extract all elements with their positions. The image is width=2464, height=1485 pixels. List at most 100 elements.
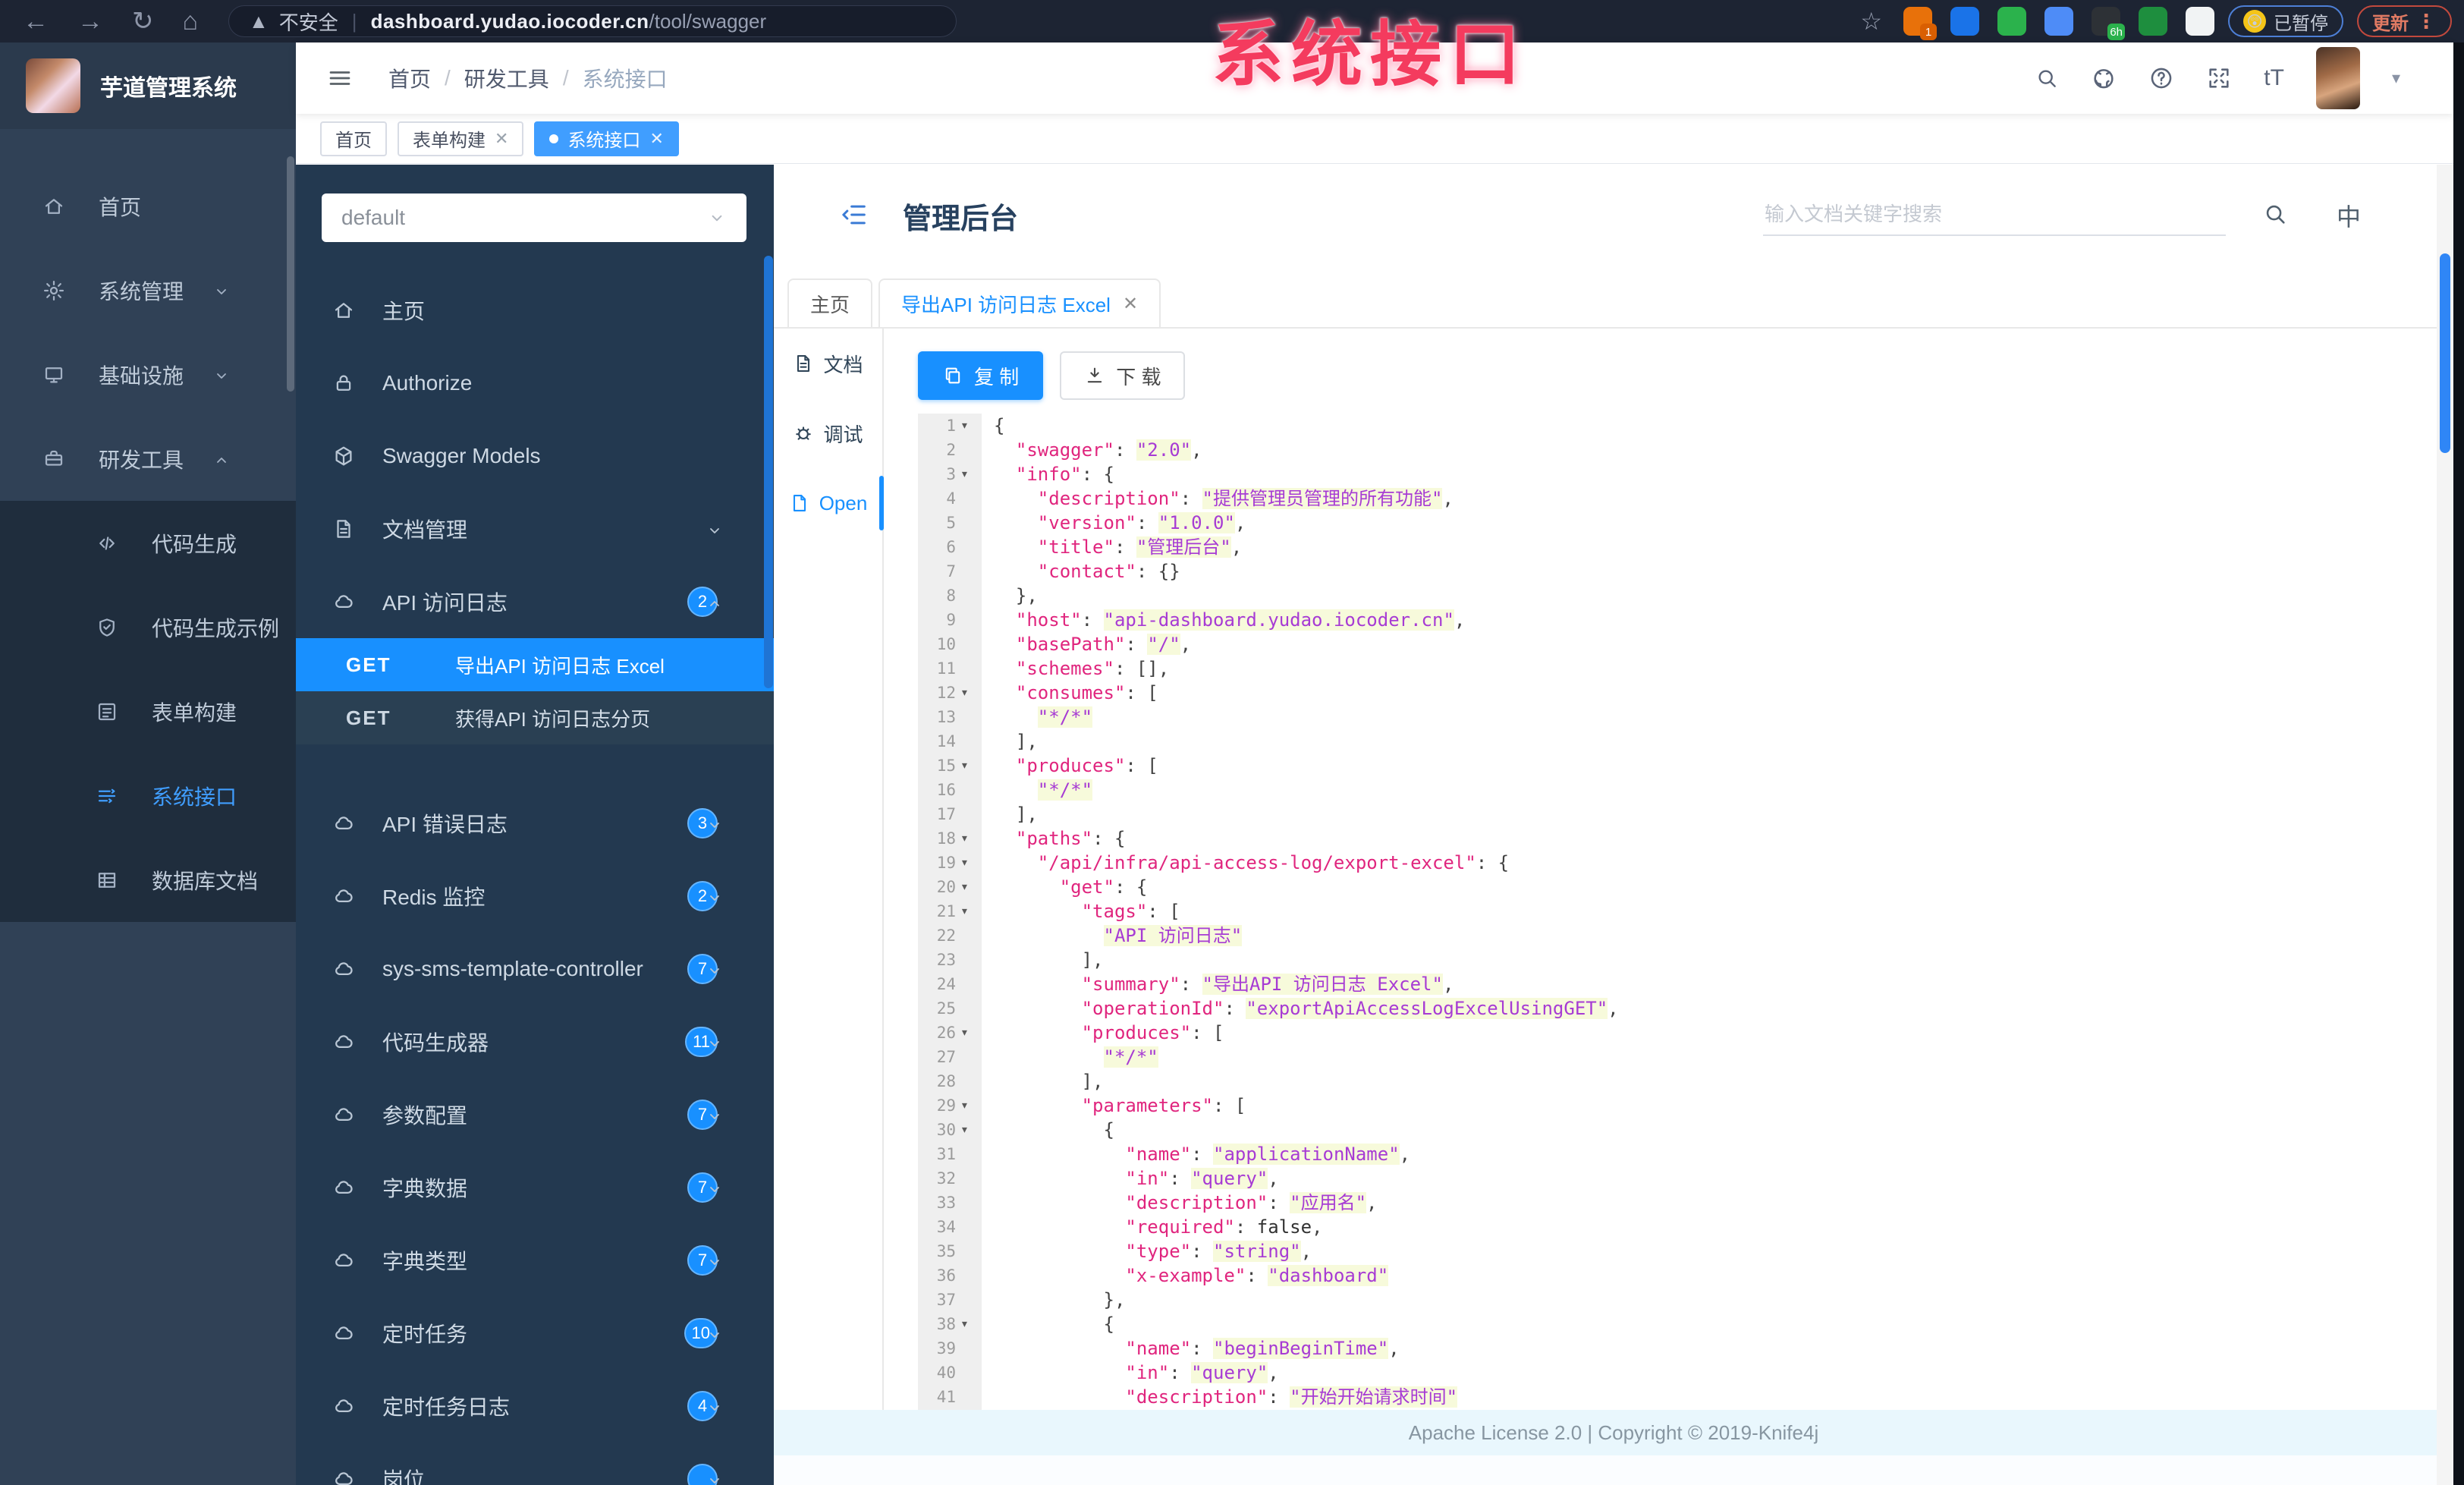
update-browser-pill[interactable]: 更新 ⋮ <box>2357 5 2452 37</box>
code-editor[interactable]: 1 ▾{2 "swagger": "2.0", 3 ▾ "info": {4 "des… <box>918 414 2434 1410</box>
swagger-item-Authorize[interactable]: Authorize <box>296 347 774 420</box>
app-logo-row[interactable]: 芋道管理系统 <box>0 42 296 129</box>
tag-tab-表单构建[interactable]: 表单构建 ✕ <box>398 121 524 156</box>
sidebar-item-系统管理[interactable]: 系统管理 <box>0 248 296 332</box>
fold-caret-icon[interactable]: ▾ <box>960 414 980 438</box>
avatar-caret-icon[interactable]: ▾ <box>2392 68 2400 88</box>
fold-caret-icon[interactable]: ▾ <box>960 462 980 486</box>
swagger-item-API 访问日志[interactable]: API 访问日志 2 <box>296 565 774 638</box>
browser-menu-icon[interactable]: ⋮ <box>2416 10 2437 33</box>
swagger-group-label: 定时任务日志 <box>382 1395 511 1419</box>
sidebar-item-首页[interactable]: 首页 <box>0 164 296 248</box>
fold-caret-icon[interactable]: ▾ <box>960 1312 980 1336</box>
page-scrollbar-track[interactable] <box>2437 165 2453 1485</box>
line-number: 6 <box>946 538 956 556</box>
swagger-group-定时任务[interactable]: 定时任务 10 <box>296 1297 774 1370</box>
swagger-sidebar-scrollbar[interactable] <box>764 256 773 688</box>
app-sidebar-scrollbar[interactable] <box>287 156 294 392</box>
paused-extension-pill[interactable]: 😲 已暂停 <box>2228 5 2343 37</box>
fullscreen-icon[interactable] <box>2206 65 2232 91</box>
line-number: 28 <box>936 1072 956 1090</box>
code-line: 15 ▾ "produces": [ <box>918 754 2434 778</box>
reload-icon[interactable]: ↻ <box>132 6 154 36</box>
fold-caret-icon[interactable]: ▾ <box>960 681 980 705</box>
group-select[interactable]: default <box>322 193 746 242</box>
url-bar[interactable]: ▲ 不安全 | dashboard.yudao.iocoder.cn /tool… <box>228 5 957 37</box>
fold-caret-icon[interactable]: ▾ <box>960 1021 980 1045</box>
breadcrumb-tools[interactable]: 研发工具 <box>464 63 549 93</box>
sidebar-item-研发工具[interactable]: 研发工具 <box>0 417 296 501</box>
sidebar-item-系统接口[interactable]: 系统接口 <box>0 754 296 838</box>
close-icon[interactable]: ✕ <box>495 129 508 149</box>
swagger-group-岗位[interactable]: 岗位 <box>296 1443 774 1485</box>
doc-tab-导出API 访问日志 Excel[interactable]: 导出API 访问日志 Excel ✕ <box>878 278 1161 327</box>
download-button[interactable]: 下 载 <box>1060 351 1186 400</box>
ext-shield-icon[interactable] <box>1997 7 2026 36</box>
fold-caret-icon[interactable]: ▾ <box>960 899 980 923</box>
help-icon[interactable] <box>2148 65 2174 91</box>
code-line: 5 "version": "1.0.0", <box>918 511 2434 535</box>
ext-leaf-icon[interactable] <box>2139 7 2167 36</box>
doc-tab-主页[interactable]: 主页 <box>787 278 873 327</box>
ext-grid-icon[interactable] <box>2044 7 2073 36</box>
swagger-group-Redis 监控[interactable]: Redis 监控 2 <box>296 860 774 933</box>
swagger-group-API 错误日志[interactable]: API 错误日志 3 <box>296 787 774 860</box>
github-icon[interactable] <box>2091 65 2117 91</box>
browser-home-icon[interactable]: ⌂ <box>183 7 199 36</box>
doc-search-input[interactable] <box>1763 193 2226 236</box>
doc-side-调试[interactable]: 调试 <box>774 398 882 468</box>
security-label[interactable]: 不安全 <box>279 8 338 36</box>
hamburger-icon[interactable] <box>326 64 354 92</box>
operation-获得API 访问日志分页[interactable]: GET 获得API 访问日志分页 <box>296 691 774 744</box>
swagger-item-Swagger Models[interactable]: Swagger Models <box>296 420 774 492</box>
sidebar-item-基础设施[interactable]: 基础设施 <box>0 332 296 417</box>
swagger-group-sys-sms-template-controller[interactable]: sys-sms-template-controller 7 <box>296 933 774 1005</box>
search-icon[interactable] <box>2262 201 2288 227</box>
sidebar-item-代码生成示例[interactable]: 代码生成示例 <box>0 585 296 669</box>
user-avatar[interactable] <box>2315 47 2360 109</box>
fold-caret-icon[interactable]: ▾ <box>960 1118 980 1142</box>
font-size-icon[interactable]: tT <box>2264 65 2284 91</box>
sidebar-item-代码生成[interactable]: 代码生成 <box>0 501 296 585</box>
swagger-group-定时任务日志[interactable]: 定时任务日志 4 <box>296 1370 774 1443</box>
fold-caret-icon[interactable]: ▾ <box>960 826 980 851</box>
operation-导出API 访问日志 Excel[interactable]: GET 导出API 访问日志 Excel <box>296 638 774 691</box>
language-icon[interactable]: 中 <box>2337 198 2361 233</box>
swagger-group-参数配置[interactable]: 参数配置 7 <box>296 1078 774 1151</box>
code-line: 39 "name": "beginBeginTime", <box>918 1336 2434 1361</box>
close-icon[interactable]: ✕ <box>1123 293 1138 315</box>
swagger-item-文档管理[interactable]: 文档管理 <box>296 492 774 565</box>
doc-side-Open[interactable]: Open <box>774 468 884 538</box>
fold-caret-icon[interactable]: ▾ <box>960 754 980 778</box>
swagger-group-字典数据[interactable]: 字典数据 7 <box>296 1151 774 1224</box>
doc-tab-bar: 主页 导出API 访问日志 Excel ✕ <box>774 266 2453 329</box>
swagger-group-代码生成器[interactable]: 代码生成器 11 <box>296 1005 774 1078</box>
doc-side-文档[interactable]: 文档 <box>774 329 882 398</box>
ext-star-icon[interactable] <box>2186 7 2214 36</box>
sidebar-item-表单构建[interactable]: 表单构建 <box>0 669 296 754</box>
fold-caret-icon[interactable]: ▾ <box>960 875 980 899</box>
swagger-item-主页[interactable]: 主页 <box>296 274 774 347</box>
ext-clock-icon[interactable]: 6h <box>2092 7 2125 40</box>
forward-icon[interactable]: → <box>77 7 103 36</box>
line-number: 18 <box>936 829 956 848</box>
swagger-group-字典类型[interactable]: 字典类型 7 <box>296 1224 774 1297</box>
sidebar-item-数据库文档[interactable]: 数据库文档 <box>0 838 296 922</box>
bookmark-star-icon[interactable]: ☆ <box>1860 7 1882 36</box>
tool-icon <box>42 448 65 470</box>
close-icon[interactable]: ✕ <box>649 129 663 149</box>
code-text: "x-example": "dashboard" <box>1125 1265 1389 1286</box>
ext-pin-icon[interactable] <box>1950 7 1979 36</box>
tag-tab-系统接口[interactable]: 系统接口 ✕ <box>534 121 679 156</box>
fold-caret-icon[interactable]: ▾ <box>960 1093 980 1118</box>
tag-tab-首页[interactable]: 首页 <box>320 121 387 156</box>
copy-button[interactable]: 复 制 <box>918 351 1044 400</box>
collapse-menu-icon[interactable] <box>839 200 869 230</box>
page-scrollbar-thumb[interactable] <box>2440 253 2450 453</box>
breadcrumb-home[interactable]: 首页 <box>388 63 431 93</box>
back-icon[interactable]: ← <box>23 7 49 36</box>
search-icon[interactable] <box>2035 66 2059 90</box>
ext-orange-icon[interactable]: 1 <box>1903 7 1937 40</box>
fold-caret-icon[interactable]: ▾ <box>960 851 980 875</box>
swagger-item-label: Authorize <box>382 371 473 395</box>
